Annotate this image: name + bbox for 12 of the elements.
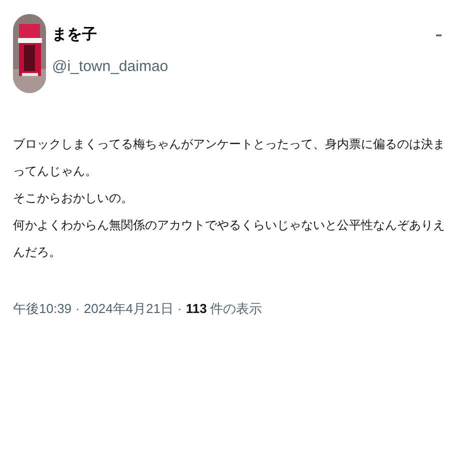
post-text: 何かよくわからん無関係のアカウトでやるくらいじゃないと公平性なんぞありえんだろ。 — [13, 217, 446, 261]
display-name[interactable]: まを子 — [52, 25, 168, 45]
separator-dot: · — [178, 300, 182, 318]
view-count: 113 — [186, 300, 207, 318]
separator-dot: · — [76, 300, 80, 318]
more-options-button[interactable]: ••• — [436, 31, 441, 41]
post-time[interactable]: 午後10:39 — [13, 300, 72, 318]
post-text: そこからおかしいの。 — [13, 190, 134, 207]
view-label: 件の表示 — [210, 300, 262, 318]
post-date[interactable]: 2024年4月21日 — [84, 300, 174, 318]
user-handle[interactable]: @i_town_daimao — [52, 57, 168, 77]
post-text: ブロックしまくってる梅ちゃんがアンケートとったって、身内票に偏るのは決まってんじゃん。 — [13, 136, 446, 180]
